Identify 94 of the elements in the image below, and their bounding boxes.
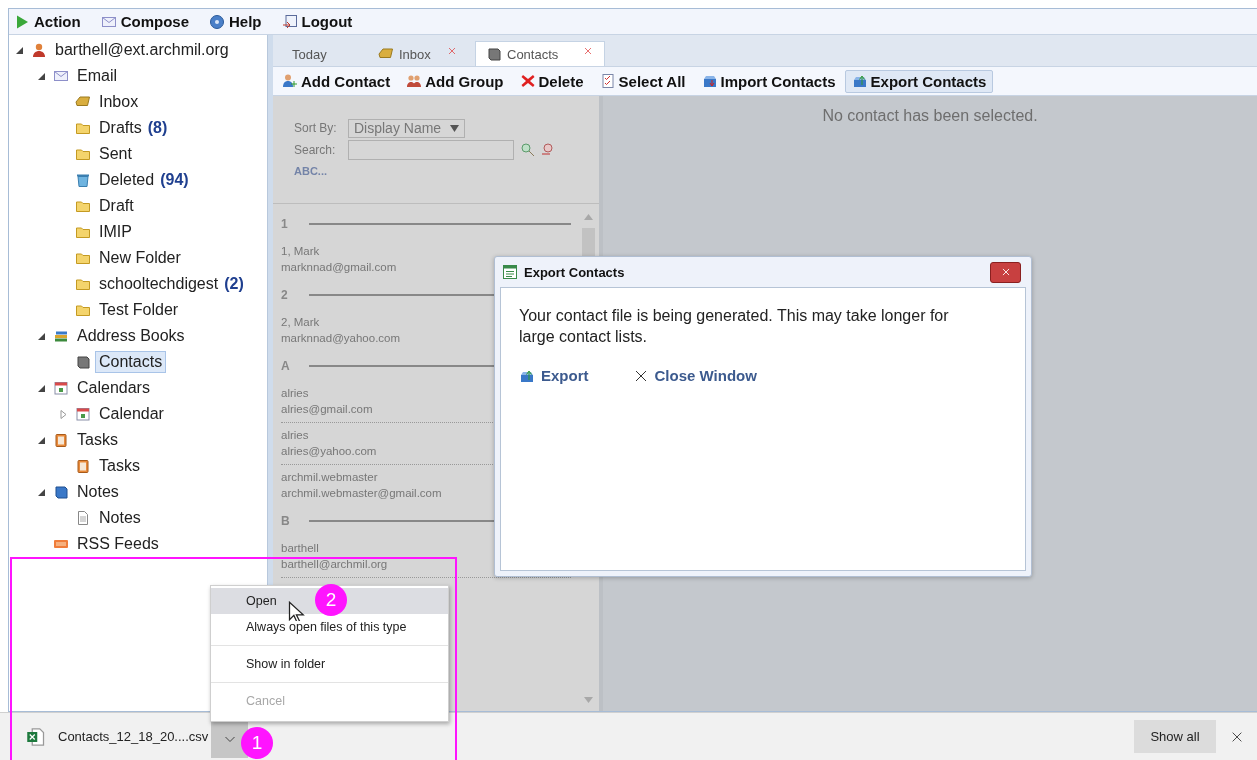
clear-search-icon[interactable]	[540, 142, 556, 158]
download-file-name[interactable]: Contacts_12_18_20....csv	[58, 729, 209, 744]
tree-item[interactable]: Address Books	[73, 325, 189, 347]
toolbar-button[interactable]: Select All	[592, 69, 693, 93]
group-heading: 2	[281, 288, 289, 302]
box-arrow-icon	[851, 73, 868, 89]
calendar-icon	[75, 406, 91, 422]
tree-item[interactable]: Tasks	[95, 455, 144, 477]
sort-label: Sort By:	[294, 121, 338, 135]
empty-message: No contact has been selected.	[822, 107, 1038, 124]
unread-count: (94)	[160, 171, 189, 189]
unread-count: (8)	[147, 119, 168, 137]
tree-item[interactable]: Calendars	[73, 377, 154, 399]
tree-item[interactable]: barthell@ext.archmil.org	[51, 39, 233, 61]
dialog-message: Your contact file is being generated. This may take longer for large contact lists.	[519, 306, 950, 347]
book-icon	[53, 484, 69, 500]
play-icon	[14, 13, 30, 30]
tree-item[interactable]: RSS Feeds	[73, 533, 163, 555]
group-heading: 1	[281, 217, 289, 231]
menu-item[interactable]: Help	[209, 13, 262, 30]
delete-icon	[519, 73, 536, 89]
search-label: Search:	[294, 143, 337, 157]
toolbar-button[interactable]: Delete	[512, 69, 591, 93]
expander-icon[interactable]	[37, 487, 46, 497]
expander-icon[interactable]	[37, 435, 46, 445]
tree-item[interactable]: Notes	[73, 481, 123, 503]
menu-item[interactable]: Always open files of this type	[211, 614, 448, 640]
book-icon	[486, 46, 502, 62]
expander-icon[interactable]	[37, 331, 46, 341]
folder-icon	[75, 224, 91, 240]
tab[interactable]: Contacts	[475, 41, 605, 66]
group-heading: B	[281, 514, 291, 528]
cursor-icon	[287, 601, 307, 621]
menu-item[interactable]: Show in folder	[211, 651, 448, 677]
tree-item[interactable]: Deleted	[95, 169, 159, 191]
dropdown-arrow-icon	[450, 124, 459, 132]
close-button[interactable]	[990, 261, 1021, 283]
window-icon	[502, 264, 518, 280]
tree-item[interactable]: Email	[73, 65, 121, 87]
dialog-title: Export Contacts	[524, 264, 625, 280]
menu-item[interactable]: Compose	[100, 13, 189, 30]
folder-icon	[75, 146, 91, 162]
person-icon	[31, 42, 47, 58]
book-icon	[75, 354, 91, 370]
toolbar-button[interactable]: Add Group	[399, 69, 511, 93]
tree-item[interactable]: Sent	[95, 143, 136, 165]
expander-icon[interactable]	[37, 383, 46, 393]
dialog-link[interactable]: Close Window	[632, 367, 757, 384]
tree-item[interactable]: Tasks	[73, 429, 122, 451]
folder-icon	[75, 250, 91, 266]
people-icon	[406, 73, 423, 89]
tree-item[interactable]: New Folder	[95, 247, 185, 269]
page-icon	[75, 510, 91, 526]
group-heading: A	[281, 359, 291, 373]
trash-icon	[75, 172, 91, 188]
help-icon	[209, 13, 225, 30]
toolbar-button[interactable]: Export Contacts	[844, 69, 994, 93]
tree-item[interactable]: Contacts	[95, 351, 167, 373]
logout-icon	[281, 13, 298, 30]
tree-item[interactable]: Test Folder	[95, 299, 183, 321]
tree-item[interactable]: Calendar	[95, 403, 168, 425]
tab[interactable]: Today	[281, 41, 361, 66]
expander-icon[interactable]	[37, 71, 46, 81]
tree-item[interactable]: Inbox	[95, 91, 143, 113]
unread-count: (2)	[224, 275, 244, 293]
folder-icon	[75, 198, 91, 214]
callout-number: 1	[241, 727, 273, 759]
scroll-thumb[interactable]	[582, 228, 595, 258]
search-icon[interactable]	[520, 142, 536, 158]
box-arrow-icon	[701, 73, 718, 89]
add-person-icon	[282, 73, 298, 89]
folder-icon	[75, 276, 91, 292]
menu-item[interactable]: Logout	[281, 13, 353, 30]
tree-item[interactable]: schooltechdigest	[95, 273, 223, 295]
clipboard-icon	[53, 432, 69, 448]
tab[interactable]: Inbox	[367, 41, 469, 66]
clipboard-icon	[75, 458, 91, 474]
toolbar-button[interactable]: Add Contact	[275, 69, 398, 93]
folder-icon	[75, 120, 91, 136]
tree-item[interactable]: Draft	[95, 195, 138, 217]
checklist-icon	[599, 73, 616, 89]
tree-item[interactable]: Notes	[95, 507, 145, 529]
envelope-icon	[53, 68, 69, 84]
dialog-link[interactable]: Export	[519, 367, 589, 384]
folder-icon	[75, 302, 91, 318]
tree-item[interactable]: Drafts	[95, 117, 146, 139]
calendar-icon	[53, 380, 69, 396]
toolbar-button[interactable]: Import Contacts	[694, 69, 843, 93]
tree-item[interactable]: IMIP	[95, 221, 136, 243]
search-field[interactable]	[348, 140, 514, 160]
expander-icon[interactable]	[15, 45, 24, 55]
spreadsheet-icon	[26, 726, 46, 747]
show-all-button[interactable]: Show all	[1134, 720, 1216, 753]
menu-item[interactable]: Action	[14, 13, 81, 30]
